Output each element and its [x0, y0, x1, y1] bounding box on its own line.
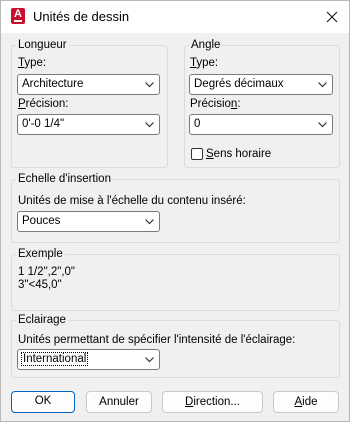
chevron-down-icon	[145, 122, 154, 128]
longueur-precision-dropdown[interactable]: 0'-0 1/4"	[17, 114, 160, 135]
chevron-down-icon	[145, 357, 154, 363]
chevron-down-icon	[318, 82, 327, 88]
angle-title: Angle	[191, 39, 221, 51]
units-dialog: A Unités de dessin Longueur Type: Archit…	[0, 0, 350, 422]
longueur-precision-label: Précision:	[18, 98, 69, 110]
angle-type-value: Degrés décimaux	[194, 78, 284, 90]
longueur-title: Longueur	[18, 39, 67, 51]
angle-precision-label: Précision:	[190, 98, 241, 110]
eclairage-title: Eclairage	[18, 314, 66, 326]
clockwise-checkbox[interactable]	[191, 148, 203, 160]
ok-button[interactable]: OK	[11, 391, 75, 413]
eclairage-units-value: International	[20, 352, 89, 366]
close-icon	[326, 11, 338, 23]
eclairage-units-label: Unités permettant de spécifier l'intensi…	[18, 334, 296, 346]
angle-type-label: Type:	[190, 57, 219, 69]
title-bar: A Unités de dessin	[1, 1, 349, 33]
angle-precision-dropdown[interactable]: 0	[189, 114, 333, 135]
insertion-units-value: Pouces	[22, 215, 61, 227]
direction-button[interactable]: Direction...	[162, 391, 263, 413]
longueur-type-label: Type:	[18, 57, 47, 69]
longueur-type-dropdown[interactable]: Architecture	[17, 74, 160, 95]
insertion-units-dropdown[interactable]: Pouces	[17, 211, 160, 232]
angle-precision-value: 0	[194, 118, 201, 130]
chevron-down-icon	[318, 122, 327, 128]
autocad-logo-icon: A	[11, 8, 25, 24]
exemple-line-2: 3"<45,0"	[18, 279, 62, 291]
annuler-button[interactable]: Annuler	[86, 391, 152, 413]
clockwise-label[interactable]: Sens horaire	[206, 148, 271, 160]
insertion-group: Echelle d'insertion	[11, 173, 340, 243]
close-button[interactable]	[317, 3, 347, 31]
longueur-type-value: Architecture	[22, 78, 84, 90]
chevron-down-icon	[145, 219, 154, 225]
eclairage-units-dropdown[interactable]: International	[17, 349, 160, 370]
angle-type-dropdown[interactable]: Degrés décimaux	[189, 74, 333, 95]
window-title: Unités de dessin	[33, 9, 130, 24]
insertion-title: Echelle d'insertion	[18, 173, 111, 185]
exemple-title: Exemple	[18, 248, 63, 260]
longueur-precision-value: 0'-0 1/4"	[22, 118, 65, 130]
aide-button[interactable]: Aide	[273, 391, 339, 413]
insertion-units-label: Unités de mise à l'échelle du contenu in…	[18, 195, 246, 207]
chevron-down-icon	[145, 82, 154, 88]
exemple-line-1: 1 1/2",2",0"	[18, 266, 76, 278]
